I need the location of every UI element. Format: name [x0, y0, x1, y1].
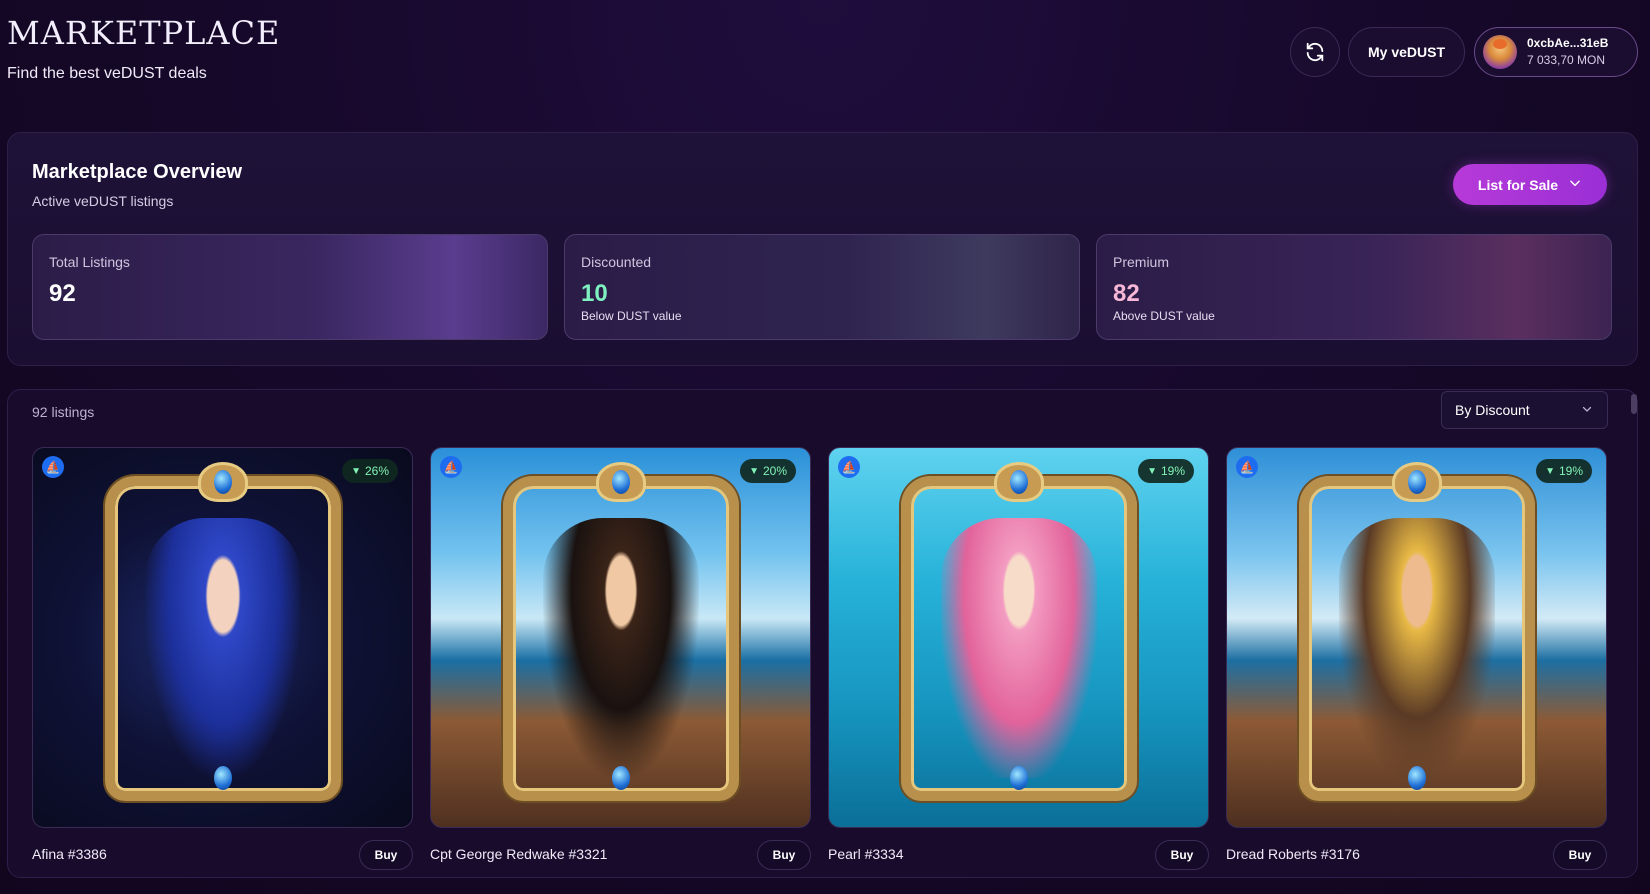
listing-card[interactable]: ⛵ ▼ 19%	[828, 447, 1209, 828]
buy-button[interactable]: Buy	[1155, 840, 1209, 870]
wallet-button[interactable]: 0xcbAe...31eB 7 033,70 MON	[1474, 27, 1638, 77]
my-vedust-button[interactable]: My veDUST	[1348, 27, 1465, 77]
wallet-address: 0xcbAe...31eB	[1527, 36, 1609, 50]
list-for-sale-button[interactable]: List for Sale	[1453, 164, 1607, 205]
listing-card[interactable]: ⛵ ▼ 26%	[32, 447, 413, 828]
chevron-down-icon	[1581, 403, 1593, 418]
avatar	[1483, 35, 1517, 69]
stat-value: 92	[49, 280, 76, 307]
scrollbar-thumb[interactable]	[1631, 394, 1637, 414]
discount-value: 19%	[1160, 464, 1185, 478]
listing-name[interactable]: Pearl #3334	[828, 846, 904, 862]
down-triangle-icon: ▼	[1545, 465, 1555, 477]
listing-name[interactable]: Cpt George Redwake #3321	[430, 846, 607, 862]
page-subtitle: Find the best veDUST deals	[7, 65, 207, 82]
stat-label: Total Listings	[49, 254, 130, 270]
listing-card[interactable]: ⛵ ▼ 19%	[1226, 447, 1607, 828]
refresh-icon	[1306, 42, 1324, 62]
down-triangle-icon: ▼	[1147, 465, 1157, 477]
discount-value: 26%	[364, 464, 389, 478]
sort-selected-value: By Discount	[1455, 402, 1530, 418]
sort-select[interactable]: By Discount	[1441, 391, 1608, 429]
discount-badge: ▼ 20%	[740, 459, 796, 483]
buy-button[interactable]: Buy	[359, 840, 413, 870]
gem-icon	[214, 766, 232, 790]
discount-badge: ▼ 19%	[1536, 459, 1592, 483]
chain-badge-icon: ⛵	[1236, 456, 1258, 478]
chevron-down-icon	[1568, 176, 1582, 193]
chain-badge-icon: ⛵	[440, 456, 462, 478]
gem-icon	[1010, 470, 1028, 494]
gem-icon	[1010, 766, 1028, 790]
stat-note: Below DUST value	[581, 309, 682, 323]
wallet-balance: 7 033,70 MON	[1527, 53, 1606, 67]
page-header: MARKETPLACE Find the best veDUST deals M…	[0, 0, 1650, 120]
wallet-info: 0xcbAe...31eB 7 033,70 MON	[1527, 35, 1608, 69]
overview-subtitle: Active veDUST listings	[32, 193, 174, 209]
gem-icon	[214, 470, 232, 494]
character-art	[941, 518, 1097, 778]
page-title: MARKETPLACE	[7, 14, 281, 52]
stat-card-discounted: Discounted 10 Below DUST value	[564, 234, 1080, 340]
listings-count: 92 listings	[32, 404, 95, 420]
discount-badge: ▼ 26%	[342, 459, 398, 483]
stat-label: Premium	[1113, 254, 1170, 270]
stat-card-premium: Premium 82 Above DUST value	[1096, 234, 1612, 340]
list-for-sale-label: List for Sale	[1477, 176, 1559, 193]
chain-badge-icon: ⛵	[42, 456, 64, 478]
discount-badge: ▼ 19%	[1138, 459, 1194, 483]
discount-value: 20%	[762, 464, 787, 478]
gem-icon	[612, 470, 630, 494]
listing-name[interactable]: Afina #3386	[32, 846, 107, 862]
chain-badge-icon: ⛵	[838, 456, 860, 478]
stat-value: 82	[1113, 280, 1140, 307]
listing-name[interactable]: Dread Roberts #3176	[1226, 846, 1360, 862]
character-art	[145, 518, 301, 778]
stat-label: Discounted	[581, 254, 652, 270]
gem-icon	[612, 766, 630, 790]
stat-note: Above DUST value	[1113, 309, 1215, 323]
stat-value: 10	[581, 280, 608, 307]
gem-icon	[1408, 470, 1426, 494]
character-art	[1339, 518, 1495, 778]
down-triangle-icon: ▼	[351, 465, 361, 477]
overview-title: Marketplace Overview	[32, 161, 243, 183]
listing-card[interactable]: ⛵ ▼ 20%	[430, 447, 811, 828]
buy-button[interactable]: Buy	[757, 840, 811, 870]
down-triangle-icon: ▼	[749, 465, 759, 477]
discount-value: 19%	[1558, 464, 1583, 478]
refresh-button[interactable]	[1290, 27, 1340, 77]
stat-card-total-listings: Total Listings 92	[32, 234, 548, 340]
character-art	[543, 518, 699, 778]
buy-button[interactable]: Buy	[1553, 840, 1607, 870]
gem-icon	[1408, 766, 1426, 790]
